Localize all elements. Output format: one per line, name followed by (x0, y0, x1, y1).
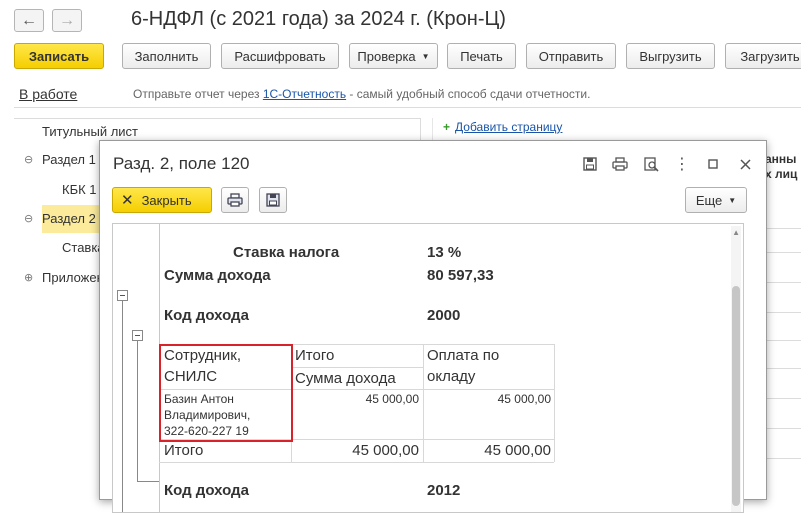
plus-icon: + (443, 120, 451, 134)
right-panel-header-fragment: х лиц (765, 167, 798, 181)
tree-item-label: КБК 1 (62, 182, 97, 197)
reporting-service-link[interactable]: 1С-Отчетность (263, 87, 346, 101)
right-panel-rule (767, 340, 801, 341)
add-page-link[interactable]: + Добавить страницу (443, 120, 562, 134)
tax-rate-value: 13 % (427, 244, 462, 261)
employee-highlight-box (159, 344, 293, 442)
col-total-subheader: Сумма дохода (295, 370, 396, 387)
save-file-button[interactable] (259, 187, 287, 213)
table-grid-line (291, 367, 423, 368)
decode-dialog: Разд. 2, поле 120 ⋮ ✕ Закрыть Еще ▼ Став… (99, 140, 767, 513)
window-title: 6-НДФЛ (с 2021 года) за 2024 г. (Крон-Ц) (131, 8, 506, 30)
group-bracket-end (137, 481, 159, 482)
tree-item-label: Титульный лист (42, 124, 139, 139)
employee-salary-value[interactable]: 45 000,00 (427, 392, 551, 406)
total-salary-value: 45 000,00 (484, 442, 551, 459)
tree-item-label: Раздел 1 (42, 152, 96, 167)
send-button[interactable]: Отправить (526, 43, 616, 69)
group-collapse-icon[interactable] (117, 290, 128, 301)
col-total-header: Итого (295, 347, 335, 364)
decode-button[interactable]: Расшифровать (221, 43, 339, 69)
report-pane[interactable]: Ставка налога 13 % Сумма дохода 80 597,3… (112, 223, 744, 513)
scrollbar-thumb[interactable] (732, 286, 740, 506)
tree-item-section-2[interactable]: Раздел 2 (42, 205, 102, 233)
next-income-code-value: 2012 (427, 482, 461, 499)
print-button[interactable]: Печать (447, 43, 516, 69)
right-panel-rule (767, 458, 801, 459)
total-sum-value: 45 000,00 (352, 442, 419, 459)
expand-icon[interactable]: ⊕ (24, 271, 33, 284)
check-dropdown[interactable]: Проверка ▼ (349, 43, 438, 69)
floppy-icon (266, 193, 280, 207)
group-bracket-line (122, 301, 123, 512)
preview-icon[interactable] (642, 155, 660, 173)
scroll-up-icon[interactable]: ▲ (732, 228, 740, 237)
right-panel-rule (767, 398, 801, 399)
right-panel-rule (767, 252, 801, 253)
tree-item-label: Раздел 2 (42, 211, 96, 226)
table-grid-line (423, 344, 424, 462)
arrow-left-icon: ← (21, 11, 37, 29)
employee-total-value[interactable]: 45 000,00 (295, 392, 419, 406)
forward-button[interactable]: → (52, 9, 82, 32)
printer-icon (227, 193, 243, 207)
more-options-icon[interactable]: ⋮ (673, 155, 691, 173)
status-divider (14, 107, 801, 108)
right-panel-rule (767, 368, 801, 369)
right-panel-rule (767, 228, 801, 229)
close-x-icon: ✕ (121, 192, 134, 209)
status-hint: Отправьте отчет через 1С-Отчетность - са… (133, 87, 590, 101)
close-icon[interactable] (736, 155, 754, 173)
table-grid-line (554, 344, 555, 462)
chevron-down-icon: ▼ (728, 195, 737, 205)
right-panel-rule (767, 312, 801, 313)
col-salary-header: Оплата по (427, 347, 500, 364)
group-collapse-icon[interactable] (132, 330, 143, 341)
income-code-value: 2000 (427, 307, 461, 324)
status-hint-after: - самый удобный способ сдачи отчетности. (346, 87, 591, 101)
fill-button[interactable]: Заполнить (122, 43, 211, 69)
unload-button[interactable]: Выгрузить (626, 43, 715, 69)
tax-rate-label: Ставка налога (233, 244, 340, 261)
collapse-icon[interactable]: ⊖ (24, 153, 33, 166)
table-grid-line (159, 462, 554, 463)
status-state-link[interactable]: В работе (19, 86, 77, 102)
collapse-icon[interactable]: ⊖ (24, 212, 33, 225)
dialog-title: Разд. 2, поле 120 (113, 154, 250, 173)
check-label: Проверка (357, 48, 416, 64)
group-bracket-line (137, 341, 138, 482)
tree-item-label: Приложен (42, 270, 104, 285)
arrow-right-icon: → (59, 11, 75, 29)
maximize-icon[interactable] (704, 155, 722, 173)
right-panel-header-fragment: анны (765, 152, 797, 166)
save-icon[interactable] (581, 155, 599, 173)
total-row-label: Итого (164, 442, 204, 459)
income-sum-value: 80 597,33 (427, 267, 494, 284)
more-label: Еще (695, 192, 723, 208)
print-icon[interactable] (611, 155, 629, 173)
col-salary-header: окладу (427, 368, 476, 385)
back-button[interactable]: ← (14, 9, 44, 32)
income-sum-label: Сумма дохода (164, 267, 271, 284)
income-code-label: Код дохода (164, 307, 249, 324)
save-button[interactable]: Записать (14, 43, 104, 69)
load-button[interactable]: Загрузить (725, 43, 801, 69)
chevron-down-icon: ▼ (421, 51, 430, 61)
next-income-code-label: Код дохода (164, 482, 249, 499)
close-label: Закрыть (141, 192, 192, 208)
status-hint-before: Отправьте отчет через (133, 87, 263, 101)
close-button[interactable]: ✕ Закрыть (112, 187, 212, 213)
add-page-label: Добавить страницу (455, 120, 563, 134)
print-button[interactable] (221, 187, 249, 213)
right-panel-rule (767, 428, 801, 429)
more-dropdown[interactable]: Еще ▼ (685, 187, 747, 213)
right-panel-rule (767, 282, 801, 283)
